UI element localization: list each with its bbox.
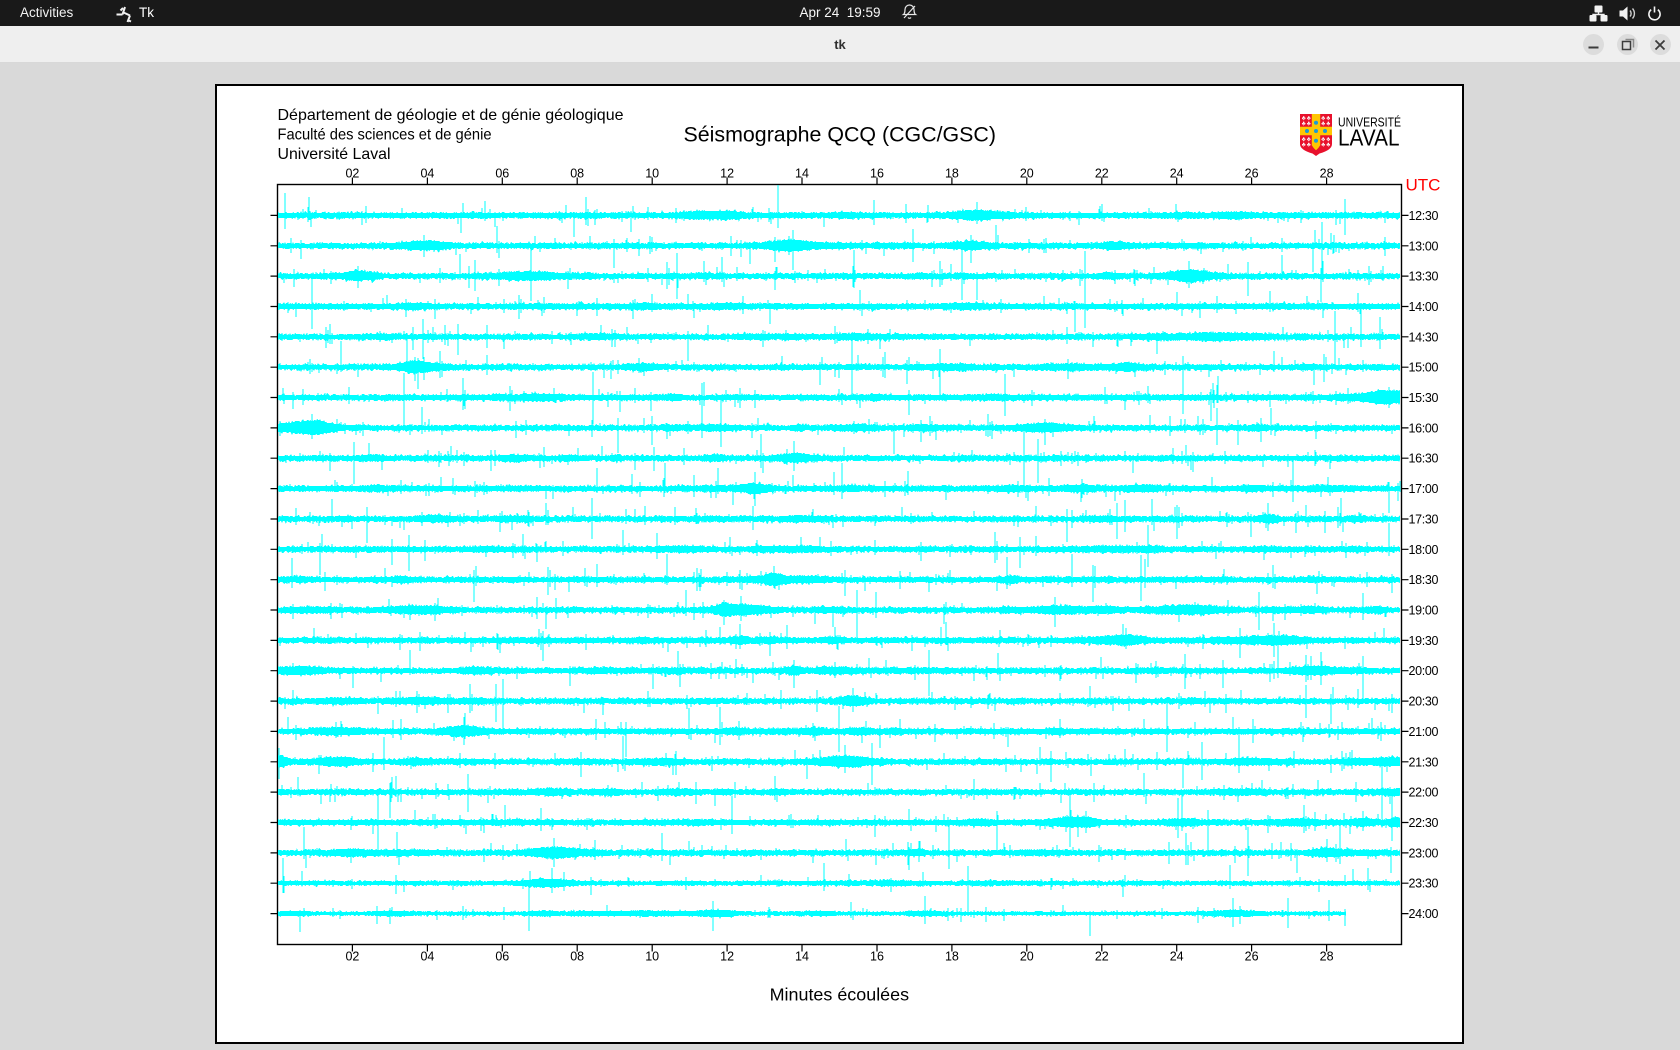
svg-text:24: 24 <box>1170 950 1184 964</box>
svg-text:18:30: 18:30 <box>1409 573 1439 587</box>
svg-text:18: 18 <box>945 950 959 964</box>
svg-text:19:00: 19:00 <box>1409 604 1439 618</box>
svg-text:Département de géologie et de: Département de géologie et de génie géol… <box>278 107 624 124</box>
svg-text:19:30: 19:30 <box>1409 634 1439 648</box>
svg-text:24:00: 24:00 <box>1409 907 1439 921</box>
svg-text:20:00: 20:00 <box>1409 664 1439 678</box>
svg-text:26: 26 <box>1245 167 1259 181</box>
svg-text:04: 04 <box>420 950 434 964</box>
svg-text:16:00: 16:00 <box>1409 421 1439 435</box>
svg-text:06: 06 <box>495 167 509 181</box>
svg-text:23:30: 23:30 <box>1409 877 1439 891</box>
svg-text:22:30: 22:30 <box>1409 816 1439 830</box>
svg-text:22: 22 <box>1095 167 1109 181</box>
svg-text:08: 08 <box>570 950 584 964</box>
svg-text:17:30: 17:30 <box>1409 513 1439 527</box>
svg-text:10: 10 <box>645 167 659 181</box>
svg-text:24: 24 <box>1170 167 1184 181</box>
svg-text:22: 22 <box>1095 950 1109 964</box>
svg-text:Université Laval: Université Laval <box>278 146 391 163</box>
svg-text:23:00: 23:00 <box>1409 846 1439 860</box>
svg-text:12: 12 <box>720 950 734 964</box>
svg-text:14:00: 14:00 <box>1409 300 1439 314</box>
svg-text:21:30: 21:30 <box>1409 755 1439 769</box>
svg-text:15:30: 15:30 <box>1409 391 1439 405</box>
svg-text:26: 26 <box>1245 950 1259 964</box>
svg-text:UTC: UTC <box>1406 176 1441 195</box>
svg-text:13:30: 13:30 <box>1409 270 1439 284</box>
svg-text:28: 28 <box>1320 167 1334 181</box>
svg-text:18:00: 18:00 <box>1409 543 1439 557</box>
svg-text:02: 02 <box>345 167 359 181</box>
svg-text:15:00: 15:00 <box>1409 361 1439 375</box>
svg-text:14:30: 14:30 <box>1409 330 1439 344</box>
svg-text:12:30: 12:30 <box>1409 209 1439 223</box>
svg-text:16: 16 <box>870 167 884 181</box>
svg-text:08: 08 <box>570 167 584 181</box>
svg-text:02: 02 <box>345 950 359 964</box>
svg-text:04: 04 <box>420 167 434 181</box>
svg-text:17:00: 17:00 <box>1409 482 1439 496</box>
svg-text:16: 16 <box>870 950 884 964</box>
svg-text:22:00: 22:00 <box>1409 786 1439 800</box>
svg-text:20: 20 <box>1020 167 1034 181</box>
svg-text:20:30: 20:30 <box>1409 695 1439 709</box>
svg-text:16:30: 16:30 <box>1409 452 1439 466</box>
svg-text:12: 12 <box>720 167 734 181</box>
svg-text:21:00: 21:00 <box>1409 725 1439 739</box>
svg-text:Minutes écoulées: Minutes écoulées <box>770 984 910 1004</box>
svg-text:Séismographe QCQ (CGC/GSC): Séismographe QCQ (CGC/GSC) <box>684 123 997 146</box>
svg-text:LAVAL: LAVAL <box>1338 125 1400 151</box>
svg-text:14: 14 <box>795 950 809 964</box>
svg-text:13:00: 13:00 <box>1409 239 1439 253</box>
svg-text:14: 14 <box>795 167 809 181</box>
svg-text:06: 06 <box>495 950 509 964</box>
svg-text:28: 28 <box>1320 950 1334 964</box>
svg-text:20: 20 <box>1020 950 1034 964</box>
svg-text:18: 18 <box>945 167 959 181</box>
svg-text:Faculté des sciences et de gén: Faculté des sciences et de génie <box>278 126 492 143</box>
svg-text:10: 10 <box>645 950 659 964</box>
